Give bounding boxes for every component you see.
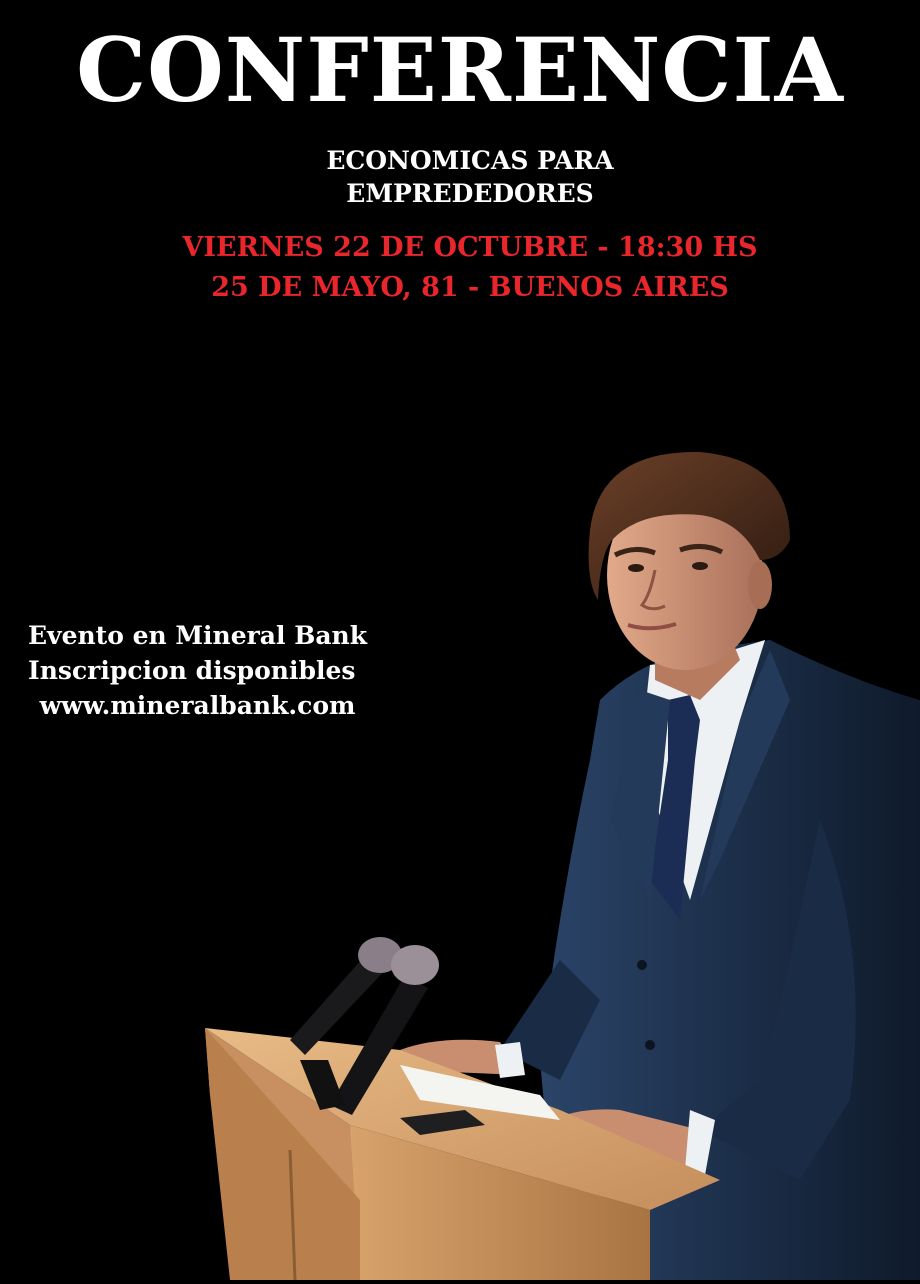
subtitle-line: ECONOMICAS PARA: [326, 146, 614, 175]
website-link[interactable]: www.mineralbank.com: [28, 688, 367, 723]
event-info: Evento en Mineral Bank Inscripcion dispo…: [28, 618, 367, 723]
poster-subtitle: ECONOMICAS PARA EMPREDEDORES: [0, 144, 920, 210]
registration-note: Inscripcion disponibles: [28, 656, 356, 685]
event-details: VIERNES 22 DE OCTUBRE - 18:30 HS 25 DE M…: [0, 228, 920, 308]
event-date-time: VIERNES 22 DE OCTUBRE - 18:30 HS: [182, 232, 758, 263]
event-address: 25 DE MAYO, 81 - BUENOS AIRES: [211, 272, 729, 303]
subtitle-line: EMPREDEDORES: [346, 179, 594, 208]
poster-title: CONFERENCIA: [76, 18, 844, 122]
event-venue: Evento en Mineral Bank: [28, 621, 368, 650]
